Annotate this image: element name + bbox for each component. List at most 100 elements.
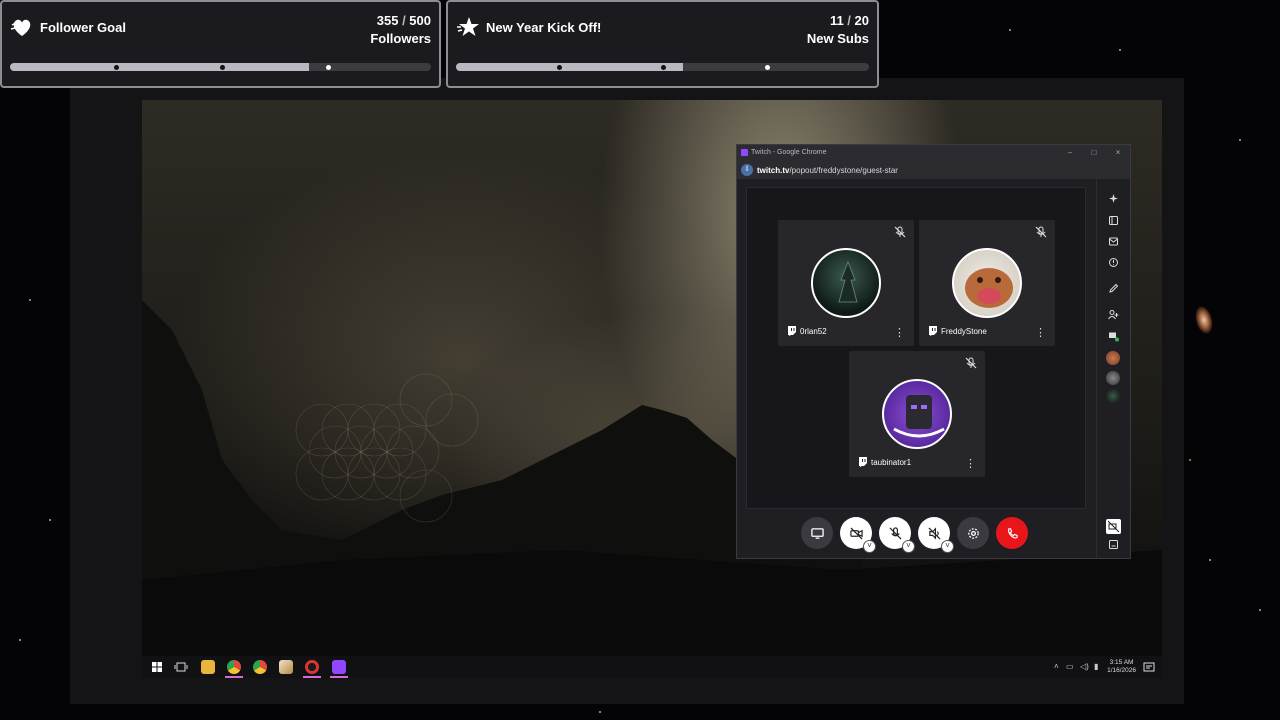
guest-tile[interactable]: 0rlan52 ⋮ <box>778 220 914 346</box>
chrome-popup-window: Twitch - Google Chrome – □ × ⇩ twitch.tv… <box>736 144 1131 559</box>
address-bar[interactable]: ⇩ twitch.tv/popout/freddystone/guest-sta… <box>737 161 1130 179</box>
tray-overflow-icon[interactable]: ˄ <box>1054 662 1059 671</box>
speaker-off-icon <box>928 526 940 540</box>
goal-milestone-dot <box>326 64 331 70</box>
guest-star-stage: 0rlan52 ⋮ FreddyStone ⋮ taubinator1 ⋮ <box>746 187 1086 509</box>
volume-icon[interactable]: ◁) <box>1080 662 1089 671</box>
microphone-tray-icon[interactable]: ▮ <box>1094 662 1098 671</box>
guest-name: taubinator1 <box>871 458 912 467</box>
sub-goal-widget: New Year Kick Off! 11 / 20 New Subs <box>446 0 879 88</box>
goal-count: 355 / 500 Followers <box>370 12 431 48</box>
goal-separator: / <box>843 13 855 28</box>
site-info-icon[interactable]: ⇩ <box>741 164 753 176</box>
guest-tile[interactable]: FreddyStone ⋮ <box>919 220 1055 346</box>
guest-avatar-mini[interactable] <box>1106 389 1120 403</box>
camera-button[interactable]: ˅ <box>840 517 876 553</box>
goal-progress-fill <box>10 63 309 71</box>
url-text[interactable]: twitch.tv/popout/freddystone/guest-star <box>757 166 898 175</box>
system-clock[interactable]: 3:15 AM 1/16/2026 <box>1107 659 1136 675</box>
mic-off-icon <box>889 526 901 539</box>
maximize-icon[interactable]: □ <box>1088 147 1100 159</box>
camera-off-icon <box>849 527 863 539</box>
gear-icon <box>967 527 979 539</box>
guest-avatar-mini[interactable] <box>1106 371 1120 385</box>
active-indicator <box>330 676 348 678</box>
help-icon[interactable] <box>1108 257 1119 268</box>
more-options-icon[interactable]: ⋮ <box>965 459 976 470</box>
guest-tile[interactable]: taubinator1 ⋮ <box>849 351 985 477</box>
microphone-button[interactable]: ˅ <box>879 517 915 553</box>
goal-target: 20 <box>854 13 869 28</box>
notification-icon[interactable] <box>1142 660 1156 674</box>
clock-date: 1/16/2026 <box>1107 667 1136 674</box>
chevron-down-icon[interactable]: ˅ <box>902 540 915 553</box>
chat-icon[interactable] <box>1108 331 1119 342</box>
screen-share-button[interactable] <box>801 517 833 549</box>
goal-milestone-dot <box>220 64 225 70</box>
minimize-icon[interactable]: – <box>1064 147 1076 159</box>
chevron-down-icon[interactable]: ˅ <box>863 540 876 553</box>
more-options-icon[interactable]: ⋮ <box>1035 328 1046 339</box>
twitch-icon <box>859 457 867 467</box>
book-icon[interactable] <box>1108 215 1119 226</box>
sparkle-icon[interactable] <box>1108 193 1119 204</box>
guest-name: 0rlan52 <box>800 327 827 336</box>
window-titlebar[interactable]: Twitch - Google Chrome – □ × <box>737 145 1130 161</box>
goal-milestone-dot <box>765 64 770 70</box>
avatar <box>882 379 952 449</box>
speaker-button[interactable]: ˅ <box>918 517 954 553</box>
goal-unit: Followers <box>370 31 431 46</box>
layout-icon[interactable] <box>1108 539 1119 550</box>
windows-start-icon[interactable] <box>150 660 164 674</box>
heart-icon <box>10 19 31 36</box>
muted-icon <box>894 226 906 238</box>
obs-icon[interactable] <box>305 660 319 674</box>
goal-progress-bar <box>10 63 431 71</box>
guest-avatar-mini[interactable] <box>1106 351 1120 365</box>
goal-count: 11 / 20 New Subs <box>807 12 869 48</box>
avatar <box>952 248 1022 318</box>
close-icon[interactable]: × <box>1112 147 1124 159</box>
goal-milestone-dot <box>661 64 666 70</box>
app-icon[interactable] <box>279 660 293 674</box>
goal-milestone-dot <box>557 64 562 70</box>
twitch-app-icon[interactable] <box>332 660 346 674</box>
goal-progress-bar <box>456 63 869 71</box>
chrome-icon[interactable] <box>227 660 241 674</box>
hide-video-icon[interactable] <box>1106 519 1121 534</box>
goal-separator: / <box>398 13 410 28</box>
more-options-icon[interactable]: ⋮ <box>894 328 905 339</box>
clock-time: 3:15 AM <box>1109 659 1134 666</box>
add-guest-icon[interactable] <box>1108 309 1119 320</box>
task-view-icon[interactable] <box>174 660 188 674</box>
active-indicator <box>225 676 243 678</box>
goal-title: New Year Kick Off! <box>486 20 602 35</box>
window-title: Twitch - Google Chrome <box>751 149 827 156</box>
url-path: /popout/freddystone/guest-star <box>789 166 898 175</box>
phone-hangup-icon <box>1007 527 1018 539</box>
goal-progress-fill <box>456 63 684 71</box>
twitch-icon <box>788 326 796 336</box>
chrome-icon[interactable] <box>253 660 267 674</box>
url-domain: twitch.tv <box>757 166 790 175</box>
guest-name: FreddyStone <box>941 327 987 336</box>
twitch-icon <box>929 326 937 336</box>
muted-icon <box>965 357 977 369</box>
chevron-down-icon[interactable]: ˅ <box>941 540 954 553</box>
side-rail <box>1096 179 1130 558</box>
star-icon <box>457 17 479 36</box>
leave-call-button[interactable] <box>996 517 1028 549</box>
goal-current: 11 <box>829 13 844 28</box>
settings-button[interactable] <box>957 517 989 549</box>
pencil-icon[interactable] <box>1108 283 1119 294</box>
twitch-favicon-icon <box>741 149 748 156</box>
inbox-icon[interactable] <box>1108 236 1119 247</box>
goal-target: 500 <box>409 13 431 28</box>
active-indicator <box>303 676 321 678</box>
avatar <box>811 248 881 318</box>
file-explorer-icon[interactable] <box>201 660 215 674</box>
muted-icon <box>1035 226 1047 238</box>
network-icon[interactable]: ▭ <box>1066 662 1074 671</box>
windows-taskbar: ˄ ▭ ◁) ▮ 3:15 AM 1/16/2026 <box>142 656 1162 678</box>
goal-milestone-dot <box>114 64 119 70</box>
